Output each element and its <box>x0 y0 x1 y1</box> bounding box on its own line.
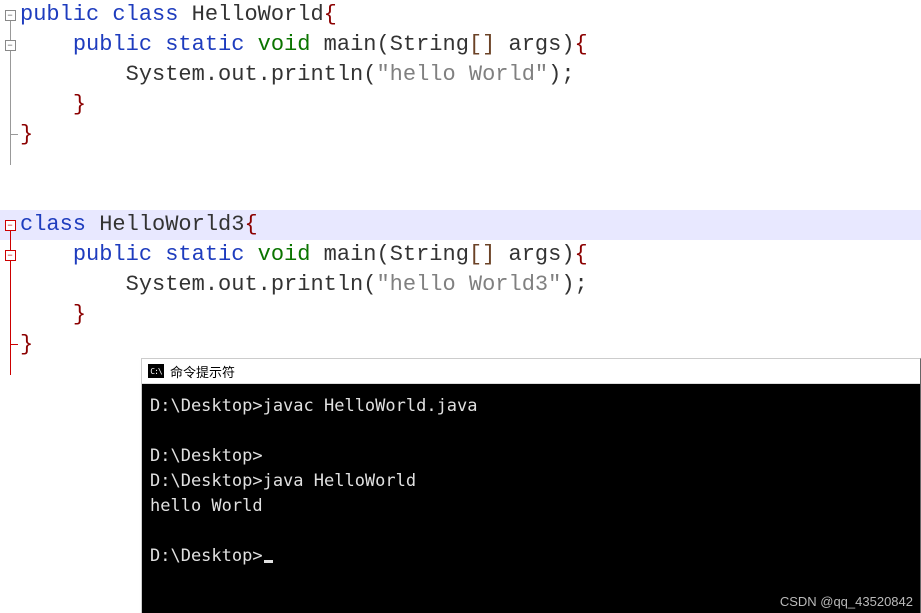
fold-gutter[interactable]: − <box>0 210 20 240</box>
terminal-title-text: 命令提示符 <box>170 362 235 381</box>
code-line: − public class HelloWorld{ <box>0 0 921 30</box>
terminal-line: D:\Desktop> <box>150 446 263 466</box>
code-text: } <box>20 120 921 150</box>
fold-gutter <box>0 180 20 210</box>
terminal-titlebar[interactable]: C:\ 命令提示符 <box>142 359 920 384</box>
code-text: public static void main(String[] args){ <box>20 30 921 60</box>
fold-minus-icon[interactable]: − <box>5 220 16 231</box>
code-line: } <box>0 90 921 120</box>
terminal-window[interactable]: C:\ 命令提示符 D:\Desktop>javac HelloWorld.ja… <box>141 358 921 613</box>
fold-minus-icon[interactable]: − <box>5 40 16 51</box>
code-text: System.out.println("hello World3"); <box>20 270 921 300</box>
fold-gutter[interactable]: − <box>0 0 20 30</box>
terminal-cursor <box>264 560 273 563</box>
code-text: System.out.println("hello World"); <box>20 60 921 90</box>
code-line-current: − class HelloWorld3{ <box>0 210 921 240</box>
code-text: public static void main(String[] args){ <box>20 240 921 270</box>
watermark: CSDN @qq_43520842 <box>780 594 913 609</box>
code-line: System.out.println("hello World3"); <box>0 270 921 300</box>
terminal-line: D:\Desktop>java HelloWorld <box>150 471 416 491</box>
code-line: } <box>0 330 921 360</box>
code-text: class HelloWorld3{ <box>20 210 921 240</box>
code-line: System.out.println("hello World"); <box>0 60 921 90</box>
fold-minus-icon[interactable]: − <box>5 250 16 261</box>
code-line: } <box>0 120 921 150</box>
code-text: } <box>20 330 921 360</box>
code-text <box>20 180 921 210</box>
code-line: } <box>0 300 921 330</box>
code-line: − public static void main(String[] args)… <box>0 30 921 60</box>
code-line <box>0 180 921 210</box>
terminal-output[interactable]: D:\Desktop>javac HelloWorld.java D:\Desk… <box>142 384 920 577</box>
terminal-line: D:\Desktop> <box>150 546 263 566</box>
cmd-icon: C:\ <box>148 364 164 378</box>
code-text: } <box>20 300 921 330</box>
code-line <box>0 150 921 180</box>
fold-minus-icon[interactable]: − <box>5 10 16 21</box>
code-text: public class HelloWorld{ <box>20 0 921 30</box>
code-text <box>20 150 921 180</box>
terminal-line: D:\Desktop>javac HelloWorld.java <box>150 396 478 416</box>
code-editor[interactable]: − public class HelloWorld{ − public stat… <box>0 0 921 360</box>
code-text: } <box>20 90 921 120</box>
terminal-line: hello World <box>150 496 263 516</box>
code-line: − public static void main(String[] args)… <box>0 240 921 270</box>
